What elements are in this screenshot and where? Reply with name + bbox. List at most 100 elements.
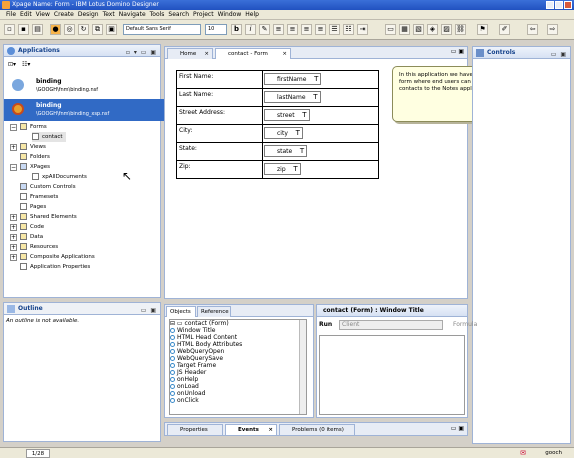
copy-icon[interactable]: ⧉ (92, 24, 103, 35)
field-icon[interactable]: ▭ (385, 24, 396, 35)
outline-panel-controls[interactable]: ▭ ▣ (141, 305, 157, 317)
flag-icon[interactable]: ⚑ (477, 24, 488, 35)
preview-icon[interactable]: ● (50, 24, 61, 35)
tree-code[interactable]: Code (20, 222, 44, 232)
expand-resources[interactable]: + (10, 244, 17, 251)
tab-events[interactable]: Events × (225, 424, 277, 435)
list-item[interactable]: WebQuerySave (170, 355, 306, 362)
run-select[interactable]: Client (339, 320, 443, 330)
controls-panel-controls[interactable]: ▭ ▣ (551, 49, 567, 61)
menu-design[interactable]: Design (78, 11, 99, 18)
panel-controls-icon[interactable]: ▫ ▾ ▭ ▣ (126, 47, 157, 59)
tab-properties[interactable]: Properties (167, 424, 223, 435)
align-center-icon[interactable]: ≡ (287, 24, 298, 35)
browser-icon[interactable]: ◎ (64, 24, 75, 35)
list-item[interactable]: WebQueryOpen (170, 348, 306, 355)
paste-icon[interactable]: ▣ (106, 24, 117, 35)
tree-contact[interactable]: contact (32, 132, 66, 142)
list-item[interactable]: onHelp (170, 376, 306, 383)
language-select[interactable]: Formula (453, 319, 477, 331)
tree-composite-applications[interactable]: Composite Applications (20, 252, 95, 262)
menu-file[interactable]: File (6, 11, 16, 18)
tree-shared-elements[interactable]: Shared Elements (20, 212, 77, 222)
expand-code[interactable]: + (10, 224, 17, 231)
list-item[interactable]: HTML Body Attributes (170, 341, 306, 348)
tree-folders[interactable]: Folders (20, 152, 50, 162)
tab-problems[interactable]: Problems (0 items) (279, 424, 355, 435)
bottom-panel-controls[interactable]: ▭ ▣ (451, 425, 464, 432)
tree-data[interactable]: Data (20, 232, 43, 242)
expand-xpages[interactable]: − (10, 164, 17, 171)
forward-icon[interactable]: ⇨ (547, 24, 558, 35)
menu-create[interactable]: Create (54, 11, 74, 18)
expand-composite-applications[interactable]: + (10, 254, 17, 261)
notification-icon[interactable]: ✉ (520, 449, 526, 458)
filter-icon[interactable]: ☷▾ (22, 61, 30, 68)
new-app-icon[interactable]: ⊡▾ (8, 61, 16, 68)
menu-search[interactable]: Search (168, 11, 189, 18)
menu-text[interactable]: Text (103, 11, 115, 18)
list-item[interactable]: onClick (170, 397, 306, 404)
events-scrollbar[interactable] (299, 320, 306, 414)
refresh-icon[interactable]: ↻ (78, 24, 89, 35)
tree-custom-controls[interactable]: Custom Controls (20, 182, 76, 192)
expand-forms[interactable]: − (10, 124, 17, 131)
menu-tools[interactable]: Tools (150, 11, 165, 18)
tree-views[interactable]: Views (20, 142, 46, 152)
menu-view[interactable]: View (36, 11, 50, 18)
tab-home[interactable]: Home × (167, 48, 213, 59)
field-lastname[interactable]: lastName T (264, 91, 321, 103)
menu-window[interactable]: Window (218, 11, 242, 18)
save-icon[interactable]: ▪ (18, 24, 29, 35)
field-firstname[interactable]: firstName T (264, 73, 322, 85)
field-state[interactable]: state T (264, 145, 308, 157)
justify-icon[interactable]: ≡ (315, 24, 326, 35)
font-size-select[interactable]: 10 (205, 24, 227, 35)
bold-icon[interactable]: b (231, 24, 242, 35)
field-zip[interactable]: zip T (264, 163, 301, 175)
numbering-icon[interactable]: ☷ (343, 24, 354, 35)
expand-views[interactable]: + (10, 144, 17, 151)
list-item[interactable]: Window Title (170, 327, 306, 334)
list-item[interactable]: HTML Head Content (170, 334, 306, 341)
tab-reference[interactable]: Reference (197, 306, 231, 317)
image-icon[interactable]: ▨ (441, 24, 452, 35)
tree-xpages[interactable]: XPages (20, 162, 50, 172)
database-row-selected[interactable]: binding \GOOGH\fnm\binding_xsp.nsf (4, 99, 164, 121)
table-icon[interactable]: ▦ (399, 24, 410, 35)
tab-objects[interactable]: Objects (166, 306, 196, 317)
list-item[interactable]: ⊟ ▭ contact (Form) (170, 320, 306, 327)
tree-xpalldocuments[interactable]: xpAllDocuments (32, 172, 87, 182)
field-street[interactable]: street T (264, 109, 310, 121)
tree-resources[interactable]: Resources (20, 242, 58, 252)
database-row[interactable]: binding \GOOGH\fnm\binding.nsf (4, 75, 164, 97)
list-item[interactable]: onUnload (170, 390, 306, 397)
tab-contact-form[interactable]: contact - Form × (215, 48, 291, 59)
menu-navigate[interactable]: Navigate (119, 11, 146, 18)
editor-panel-controls[interactable]: ▭ ▣ (451, 48, 464, 55)
field-city[interactable]: city T (264, 127, 303, 139)
back-icon[interactable]: ⇦ (527, 24, 538, 35)
tree-pages[interactable]: Pages (20, 202, 46, 212)
indent-icon[interactable]: ⇥ (357, 24, 368, 35)
print-icon[interactable]: ▤ (32, 24, 43, 35)
tree-application-properties[interactable]: Application Properties (20, 262, 90, 272)
font-select[interactable]: Default Sans Serif (123, 24, 201, 35)
align-right-icon[interactable]: ≡ (301, 24, 312, 35)
hotspot-icon[interactable]: ◈ (427, 24, 438, 35)
tree-forms[interactable]: Forms (20, 122, 47, 132)
menu-help[interactable]: Help (245, 11, 259, 18)
new-icon[interactable]: ▫ (4, 24, 15, 35)
pen-icon[interactable]: ✎ (259, 24, 270, 35)
list-item[interactable]: onLoad (170, 383, 306, 390)
menu-project[interactable]: Project (193, 11, 214, 18)
list-item[interactable]: JS Header (170, 369, 306, 376)
align-left-icon[interactable]: ≡ (273, 24, 284, 35)
expand-shared-elements[interactable]: + (10, 214, 17, 221)
expand-data[interactable]: + (10, 234, 17, 241)
minimize-button[interactable] (546, 1, 554, 9)
list-item[interactable]: Target Frame (170, 362, 306, 369)
script-editor[interactable] (319, 335, 465, 415)
italic-icon[interactable]: i (245, 24, 256, 35)
maximize-button[interactable] (555, 1, 563, 9)
